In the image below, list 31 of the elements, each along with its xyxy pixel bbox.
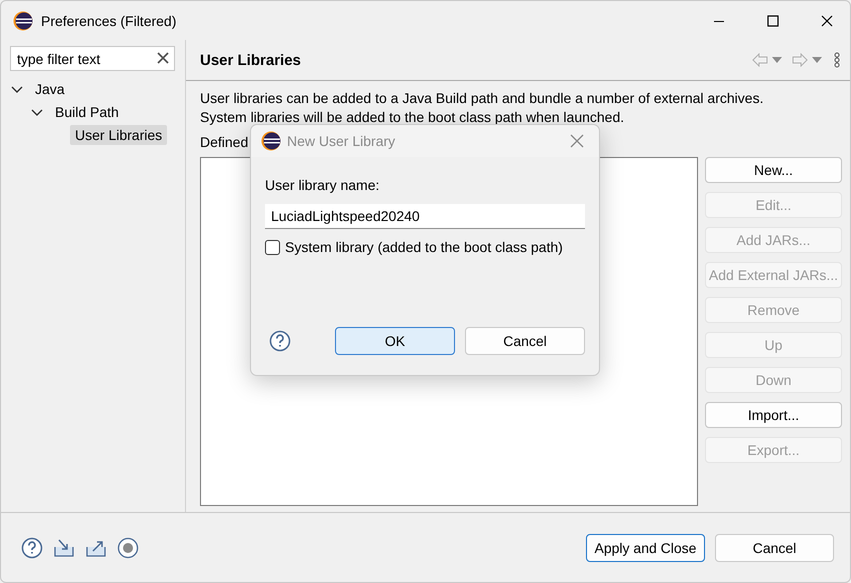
help-icon[interactable] xyxy=(269,330,291,352)
more-options-icon[interactable] xyxy=(834,52,840,68)
list-label: Defined xyxy=(200,134,248,150)
action-button[interactable]: Import... xyxy=(705,402,842,428)
help-icon[interactable] xyxy=(21,536,43,558)
checkbox-label[interactable]: System library (added to the boot class path) xyxy=(285,239,563,255)
page-title: User Libraries xyxy=(200,52,301,68)
tree-item[interactable]: Java xyxy=(30,78,70,98)
window-title: Preferences (Filtered) xyxy=(41,12,176,28)
dialog-button[interactable]: OK xyxy=(335,327,455,355)
action-button[interactable]: New... xyxy=(705,157,842,183)
record-icon[interactable] xyxy=(117,536,139,558)
eclipse-icon xyxy=(13,10,33,30)
close-icon[interactable] xyxy=(821,14,833,26)
dialog-button[interactable]: Cancel xyxy=(465,327,585,355)
eclipse-icon xyxy=(261,131,281,151)
dropdown-icon[interactable] xyxy=(812,57,822,63)
checkbox[interactable] xyxy=(265,240,280,254)
filter-field[interactable]: type filter text xyxy=(10,46,175,71)
description-text: User libraries can be added to a Java Build path and bundle a number of external archives. System libraries will be added to the boot class path when launched. xyxy=(199,89,764,127)
dialog-title: New User Library xyxy=(287,133,396,149)
field-label: User library name: xyxy=(265,177,380,193)
clear-icon[interactable] xyxy=(156,51,170,65)
dropdown-icon[interactable] xyxy=(772,57,782,63)
tree-item[interactable]: User Libraries xyxy=(70,124,168,144)
library-name-field[interactable]: LuciadLightspeed20240 xyxy=(265,204,585,229)
tree-item[interactable]: Build Path xyxy=(50,102,124,122)
import-icon[interactable] xyxy=(53,536,75,558)
maximize-icon[interactable] xyxy=(767,14,779,26)
dialog-button[interactable]: Cancel xyxy=(715,534,834,562)
dialog-button[interactable]: Apply and Close xyxy=(586,534,705,562)
